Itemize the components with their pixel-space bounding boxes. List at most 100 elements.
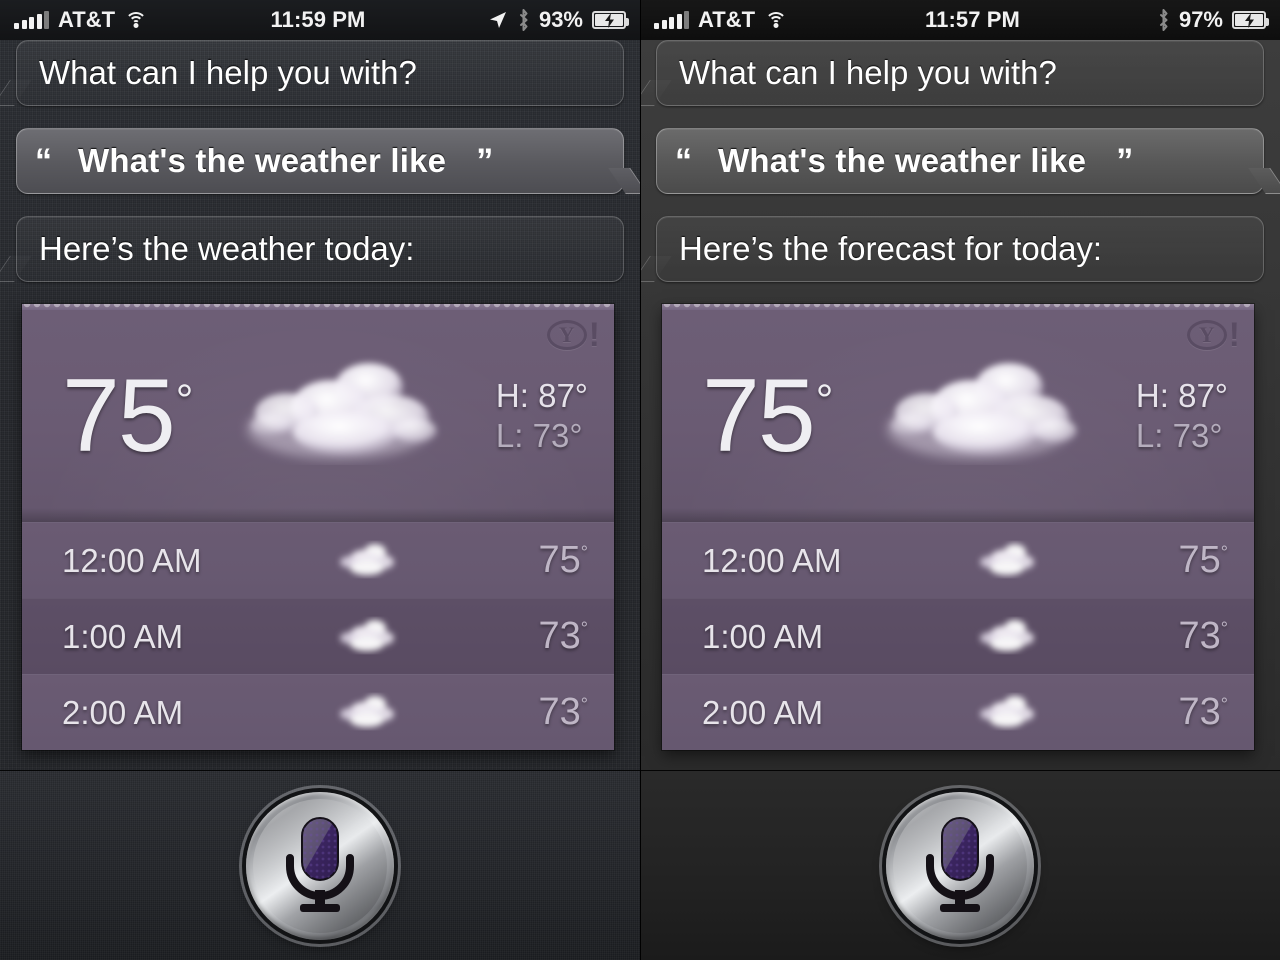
status-bar: AT&T 11:59 PM 93% bbox=[0, 0, 640, 40]
hour-temperature: 73° bbox=[1104, 691, 1254, 734]
high-label: H: bbox=[1135, 376, 1169, 414]
high-value: 87° bbox=[1178, 376, 1228, 414]
hour-temperature-value: 73 bbox=[1178, 691, 1221, 733]
conversation-area: What can I help you with? “ What's the wea… bbox=[640, 40, 1280, 770]
message-text: What can I help you with? bbox=[679, 54, 1057, 92]
microphone-icon bbox=[926, 816, 994, 912]
yahoo-logo[interactable]: Y ! bbox=[1186, 316, 1240, 354]
degree-symbol: ° bbox=[175, 376, 194, 426]
cloudy-icon bbox=[912, 691, 1104, 735]
quote-open-mark: “ bbox=[675, 141, 692, 180]
clock-label: 11:59 PM bbox=[270, 7, 366, 32]
signal-bars-icon bbox=[654, 11, 689, 29]
hourly-forecast-list[interactable]: 12:00 AM 75° 1:00 AM 73° 2:00 AM 73° bbox=[22, 522, 614, 750]
weather-card-header: Y ! 75° H: 87° L: 73° bbox=[22, 310, 614, 522]
message-text: What's the weather like bbox=[78, 142, 447, 180]
hourly-forecast-row[interactable]: 12:00 AM 75° bbox=[22, 522, 614, 598]
bubble-list: What can I help you with? “ What's the wea… bbox=[0, 40, 640, 282]
low-temperature-row: L: 73° bbox=[1136, 416, 1228, 456]
hour-temperature-value: 73 bbox=[538, 615, 581, 657]
low-label: L: bbox=[495, 417, 524, 454]
hourly-forecast-row[interactable]: 12:00 AM 75° bbox=[662, 522, 1254, 598]
high-low-temperatures: H: 87° L: 73° bbox=[496, 376, 588, 457]
siri-message-bubble: Here’s the weather today: bbox=[0, 216, 624, 282]
hourly-forecast-row[interactable]: 1:00 AM 73° bbox=[662, 598, 1254, 674]
yahoo-logo-letter: Y bbox=[546, 320, 587, 351]
degree-symbol: ° bbox=[580, 694, 588, 715]
degree-symbol: ° bbox=[1220, 542, 1228, 563]
wifi-icon bbox=[764, 11, 788, 29]
current-temperature-value: 75 bbox=[62, 358, 176, 474]
siri-message-bubble: Here’s the forecast for today: bbox=[640, 216, 1264, 282]
siri-message-bubble: What can I help you with? bbox=[0, 40, 624, 106]
quote-close-mark: ” bbox=[476, 141, 494, 180]
cloudy-icon bbox=[272, 539, 464, 583]
quote-open-mark: “ bbox=[35, 141, 52, 180]
hour-temperature: 75° bbox=[1104, 539, 1254, 582]
high-value: 87° bbox=[538, 376, 588, 414]
weather-card[interactable]: Y ! 75° H: 87° L: 73° 12:00 AM 75° 1:00 … bbox=[22, 304, 614, 750]
hour-label: 1:00 AM bbox=[702, 617, 824, 655]
low-value: 73° bbox=[532, 417, 583, 454]
high-label: H: bbox=[495, 376, 529, 414]
current-temperature: 75° bbox=[62, 364, 194, 468]
yahoo-logo[interactable]: Y ! bbox=[546, 318, 600, 352]
carrier-label: AT&T bbox=[58, 7, 116, 32]
hour-temperature: 73° bbox=[464, 691, 614, 734]
cloudy-icon bbox=[191, 351, 496, 481]
low-value: 73° bbox=[1172, 417, 1223, 454]
hourly-forecast-list[interactable]: 12:00 AM 75° 1:00 AM 73° 2:00 AM 73° bbox=[662, 522, 1254, 750]
battery-percent-label: 93% bbox=[538, 7, 583, 32]
cloudy-icon bbox=[272, 615, 464, 659]
hour-temperature: 73° bbox=[1104, 615, 1254, 658]
carrier-label: AT&T bbox=[698, 7, 756, 32]
battery-charging-icon bbox=[1232, 11, 1269, 29]
message-text: What's the weather like bbox=[718, 142, 1087, 180]
hour-label: 1:00 AM bbox=[62, 617, 184, 655]
yahoo-logo-bang: ! bbox=[1228, 316, 1240, 354]
siri-mic-button[interactable] bbox=[886, 791, 1034, 940]
hour-label: 2:00 AM bbox=[62, 693, 184, 731]
hourly-forecast-row[interactable]: 2:00 AM 73° bbox=[22, 674, 614, 750]
cloudy-icon bbox=[912, 539, 1104, 583]
hour-temperature-value: 75 bbox=[1178, 539, 1221, 581]
siri-mic-button[interactable] bbox=[246, 791, 394, 940]
hour-label: 12:00 AM bbox=[62, 541, 202, 579]
status-bar-left: AT&T bbox=[654, 7, 788, 33]
clock-label: 11:57 PM bbox=[925, 7, 1020, 32]
cloudy-icon bbox=[831, 351, 1136, 481]
degree-symbol: ° bbox=[815, 376, 834, 426]
status-bar-left: AT&T bbox=[14, 7, 148, 33]
degree-symbol: ° bbox=[580, 618, 588, 639]
user-message-bubble: “ What's the weather like ” bbox=[656, 128, 1280, 194]
siri-screen-left: AT&T 11:59 PM 93% What can I help you wi… bbox=[0, 0, 640, 960]
high-low-temperatures: H: 87° L: 73° bbox=[1136, 376, 1228, 457]
hour-label: 12:00 AM bbox=[702, 541, 842, 579]
user-message-bubble: “ What's the weather like ” bbox=[16, 128, 640, 194]
hour-label: 2:00 AM bbox=[702, 693, 824, 731]
battery-charging-icon bbox=[592, 11, 629, 29]
hour-temperature: 75° bbox=[464, 539, 614, 582]
weather-card[interactable]: Y ! 75° H: 87° L: 73° 12:00 AM 75° 1:00 … bbox=[662, 304, 1254, 750]
status-bar-center: 11:59 PM bbox=[148, 7, 488, 33]
bubble-tail bbox=[608, 168, 640, 194]
bubble-list: What can I help you with? “ What's the wea… bbox=[640, 40, 1280, 282]
bluetooth-icon bbox=[1157, 9, 1170, 31]
siri-toolbar bbox=[0, 770, 640, 960]
hourly-forecast-row[interactable]: 1:00 AM 73° bbox=[22, 598, 614, 674]
degree-symbol: ° bbox=[1220, 694, 1228, 715]
cloudy-icon bbox=[912, 615, 1104, 659]
panel-divider bbox=[640, 0, 641, 960]
high-temperature-row: H: 87° bbox=[1136, 376, 1228, 416]
battery-percent-label: 97% bbox=[1178, 7, 1223, 32]
hourly-forecast-row[interactable]: 2:00 AM 73° bbox=[662, 674, 1254, 750]
weather-card-header: Y ! 75° H: 87° L: 73° bbox=[662, 310, 1254, 522]
conversation-area: What can I help you with? “ What's the wea… bbox=[0, 40, 640, 770]
message-text: What can I help you with? bbox=[39, 54, 417, 92]
status-bar-right: 93% bbox=[488, 7, 629, 33]
siri-message-bubble: What can I help you with? bbox=[640, 40, 1264, 106]
high-temperature-row: H: 87° bbox=[496, 376, 588, 416]
signal-bars-icon bbox=[14, 11, 49, 29]
yahoo-logo-letter: Y bbox=[1186, 320, 1227, 351]
microphone-icon bbox=[286, 816, 354, 912]
